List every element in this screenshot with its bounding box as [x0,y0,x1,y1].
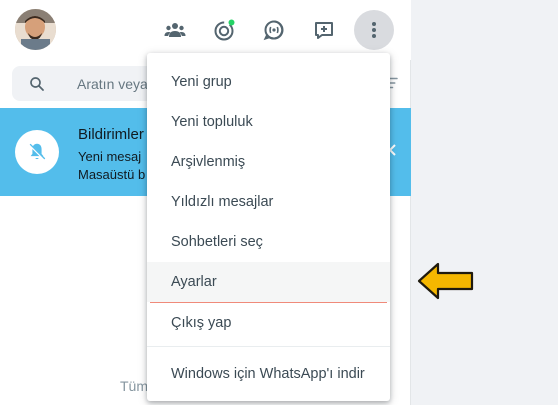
menu-item-download-windows[interactable]: Windows için WhatsApp'ı indir [147,354,390,394]
channels-icon [263,20,284,41]
bell-off-icon [28,143,46,161]
avatar[interactable] [15,9,56,50]
communities-button[interactable] [155,10,195,50]
notification-line-2: Masaüstü b [78,167,146,182]
notification-title: Bildirimler [78,126,144,143]
status-icon [214,19,235,41]
footer-text: Tüm [120,378,148,394]
menu-button[interactable] [354,10,394,50]
menu-item-logout[interactable]: Çıkış yap [147,303,390,343]
new-chat-icon [315,22,333,39]
menu-icon [372,22,376,38]
menu-item-settings[interactable]: Ayarlar [147,262,390,302]
status-button[interactable] [204,10,244,50]
search-placeholder: Aratın veya [77,76,148,92]
menu-item-select-chats[interactable]: Sohbetleri seç [147,222,390,262]
communities-icon [164,23,186,37]
channels-button[interactable] [254,10,294,50]
profile-photo-icon [15,9,56,50]
new-chat-button[interactable] [304,10,344,50]
menu-item-archived[interactable]: Arşivlenmiş [147,142,390,182]
notification-bell-circle [15,130,59,174]
menu-item-starred-messages[interactable]: Yıldızlı mesajlar [147,182,390,222]
menu-item-new-group[interactable]: Yeni grup [147,62,390,102]
menu-item-new-community[interactable]: Yeni topluluk [147,102,390,142]
pointing-arrow-icon [417,262,474,300]
menu-separator [147,346,390,347]
main-menu-dropdown: Yeni grup Yeni topluluk Arşivlenmiş Yıld… [147,53,390,401]
header [0,0,411,60]
notification-line-1: Yeni mesaj [78,149,142,164]
search-icon [30,77,44,91]
